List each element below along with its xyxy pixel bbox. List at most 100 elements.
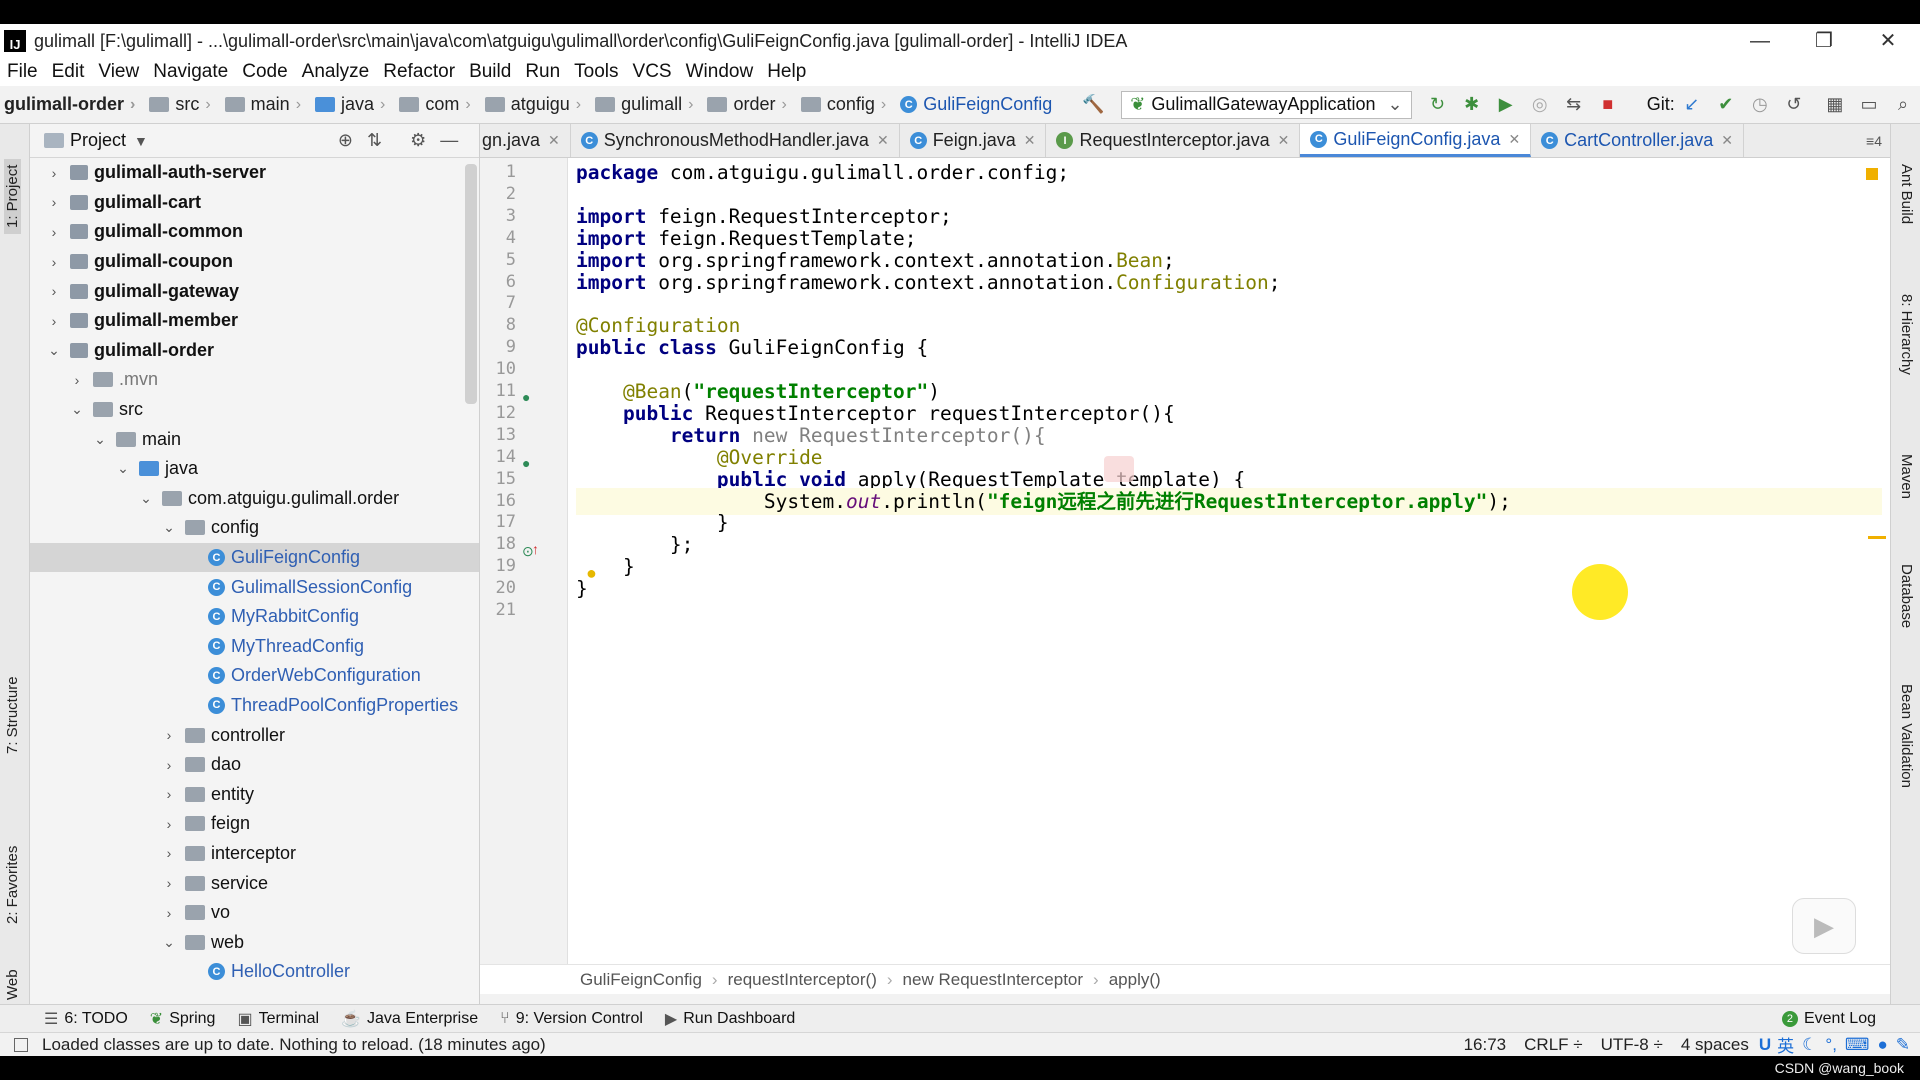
tree-item[interactable]: › gulimall-gateway	[30, 276, 479, 306]
minimize-button[interactable]: —	[1728, 24, 1792, 58]
ime-icon[interactable]: U	[1759, 1035, 1771, 1055]
git-commit-icon[interactable]: ✔	[1716, 94, 1736, 115]
nav-crumb-atguigu[interactable]: atguigu ›	[481, 94, 591, 115]
tree-item[interactable]: › vo	[30, 898, 479, 928]
menu-tools[interactable]: Tools	[567, 61, 625, 83]
tab-maven[interactable]: Maven	[1898, 454, 1915, 499]
chevron-down-icon[interactable]: ▼	[134, 133, 148, 149]
nav-crumb-com[interactable]: com ›	[395, 94, 480, 115]
code-line[interactable]: }	[576, 575, 588, 602]
nav-crumb-config[interactable]: config ›	[797, 94, 896, 115]
project-structure-icon[interactable]: ▦	[1825, 94, 1845, 115]
close-button[interactable]: ✕	[1856, 24, 1920, 58]
tree-item[interactable]: ⌄ web	[30, 927, 479, 957]
menu-view[interactable]: View	[91, 61, 146, 83]
hide-panel-icon[interactable]: —	[440, 130, 458, 151]
tool-terminal[interactable]: ▣ Terminal	[237, 1009, 319, 1029]
collapse-all-icon[interactable]: ⇅	[367, 130, 382, 151]
menu-refactor[interactable]: Refactor	[376, 61, 462, 83]
spring-config-gutter-icon[interactable]: ●	[522, 389, 530, 405]
tree-item[interactable]: ⌄ java	[30, 454, 479, 484]
chevron-right-icon[interactable]: ›	[44, 194, 64, 210]
spring-bean-gutter-icon[interactable]: ●	[522, 455, 530, 471]
tree-item[interactable]: › .mvn	[30, 365, 479, 395]
code-editor[interactable]: 1 2 3 4 5 6 7 8 9 10 11 12 13 14 15 16 17 18 19 20 21 ● ● ⊙ …	[480, 158, 1890, 964]
tab-ant-build[interactable]: Ant Build	[1898, 164, 1915, 224]
nav-module[interactable]: gulimall-order ›	[0, 94, 145, 115]
chevron-down-icon[interactable]: ⌄	[44, 342, 64, 359]
tab-cart-controller[interactable]: C CartController.java ✕	[1531, 124, 1744, 157]
gear-icon[interactable]: ⚙	[410, 130, 426, 151]
tree-item[interactable]: C GuliFeignConfig	[30, 542, 479, 573]
git-history-icon[interactable]: ◷	[1750, 94, 1770, 115]
git-rollback-icon[interactable]: ↺	[1784, 94, 1804, 115]
tool-java-enterprise[interactable]: ☕ Java Enterprise	[341, 1009, 478, 1029]
tree-item[interactable]: ⌄ gulimall-order	[30, 336, 479, 366]
tree-item[interactable]: ⌄ main	[30, 424, 479, 454]
chevron-down-icon[interactable]: ⌄	[113, 460, 133, 477]
tool-version-control[interactable]: ⑂ 9: Version Control	[500, 1010, 643, 1028]
chevron-right-icon[interactable]: ›	[159, 816, 179, 832]
menu-code[interactable]: Code	[235, 61, 294, 83]
build-hammer-icon[interactable]: 🔨	[1082, 94, 1104, 115]
chevron-down-icon[interactable]: ⌄	[67, 401, 87, 418]
stop-icon[interactable]: ■	[1598, 94, 1618, 115]
tool-spring[interactable]: ❦ Spring	[150, 1009, 216, 1029]
chevron-right-icon[interactable]: ›	[159, 727, 179, 743]
nav-crumb-src[interactable]: src ›	[145, 94, 220, 115]
project-panel-title[interactable]: Project	[70, 130, 126, 151]
tabs-overflow-button[interactable]: ≡4	[1866, 124, 1890, 157]
menu-file[interactable]: File	[0, 61, 45, 83]
tree-item[interactable]: › gulimall-auth-server	[30, 158, 479, 188]
tree-item[interactable]: C ThreadPoolConfigProperties	[30, 691, 479, 721]
tab-structure-tool[interactable]: 7: Structure	[4, 676, 21, 754]
chevron-right-icon[interactable]: ›	[44, 165, 64, 181]
attach-debugger-icon[interactable]: ⇆	[1564, 94, 1584, 115]
close-icon[interactable]: ✕	[1278, 132, 1290, 149]
rerun-icon[interactable]: ↻	[1428, 94, 1448, 115]
chevron-right-icon[interactable]: ›	[44, 283, 64, 299]
tree-item[interactable]: C MyThreadConfig	[30, 632, 479, 662]
tree-item[interactable]: C OrderWebConfiguration	[30, 661, 479, 691]
chevron-down-icon[interactable]: ⌄	[159, 934, 179, 951]
user-icon[interactable]: ●	[1877, 1035, 1887, 1055]
tree-item[interactable]: C HelloController	[30, 957, 479, 987]
chevron-right-icon[interactable]: ›	[159, 875, 179, 891]
nav-crumb-java[interactable]: java ›	[311, 94, 395, 115]
tab-hierarchy[interactable]: 8: Hierarchy	[1898, 294, 1915, 375]
nav-crumb-gulimall[interactable]: gulimall ›	[591, 94, 703, 115]
chevron-right-icon[interactable]: ›	[159, 905, 179, 921]
run-configuration-select[interactable]: ❦ GulimallGatewayApplication ⌄	[1121, 90, 1412, 119]
menu-edit[interactable]: Edit	[45, 61, 92, 83]
chevron-right-icon[interactable]: ›	[44, 254, 64, 270]
chevron-down-icon[interactable]: ⌄	[159, 519, 179, 536]
tree-item[interactable]: ⌄ com.atguigu.gulimall.order	[30, 484, 479, 514]
menu-window[interactable]: Window	[679, 61, 761, 83]
project-scrollbar[interactable]	[465, 164, 477, 404]
breadcrumb-anon-class[interactable]: new RequestInterceptor	[903, 970, 1084, 990]
tool-todo[interactable]: ☰ 6: TODO	[44, 1009, 128, 1029]
tree-item[interactable]: › feign	[30, 809, 479, 839]
tree-item[interactable]: ⌄ src	[30, 395, 479, 425]
chevron-right-icon[interactable]: ›	[44, 313, 64, 329]
chevron-right-icon[interactable]: ›	[67, 372, 87, 388]
breadcrumb-class[interactable]: GuliFeignConfig	[580, 970, 702, 990]
tab-guli-feign-config[interactable]: C GuliFeignConfig.java ✕	[1300, 124, 1532, 157]
tab-web-tool[interactable]: Web	[4, 969, 21, 1000]
restore-button[interactable]: ❐	[1792, 24, 1856, 58]
nav-crumb-file[interactable]: C GuliFeignConfig	[896, 94, 1056, 115]
profile-icon[interactable]: ◎	[1530, 94, 1550, 115]
run-coverage-icon[interactable]: ▶	[1496, 94, 1516, 115]
tree-item[interactable]: ⌄ config	[30, 513, 479, 543]
wrench-icon[interactable]: ✎	[1896, 1035, 1910, 1055]
tab-database[interactable]: Database	[1898, 564, 1915, 628]
ime-mode[interactable]: 英	[1777, 1032, 1794, 1056]
encoding-select[interactable]: UTF-8 ÷	[1601, 1035, 1663, 1055]
line-separator-select[interactable]: CRLF ÷	[1524, 1035, 1582, 1055]
presentation-icon[interactable]: ▭	[1859, 94, 1879, 115]
tab-project-tool[interactable]: 1: Project	[4, 158, 21, 234]
tab-favorites-tool[interactable]: 2: Favorites	[4, 846, 21, 924]
breadcrumb-method[interactable]: requestInterceptor()	[728, 970, 877, 990]
close-icon[interactable]: ✕	[548, 132, 560, 149]
chevron-down-icon[interactable]: ⌄	[90, 431, 110, 448]
